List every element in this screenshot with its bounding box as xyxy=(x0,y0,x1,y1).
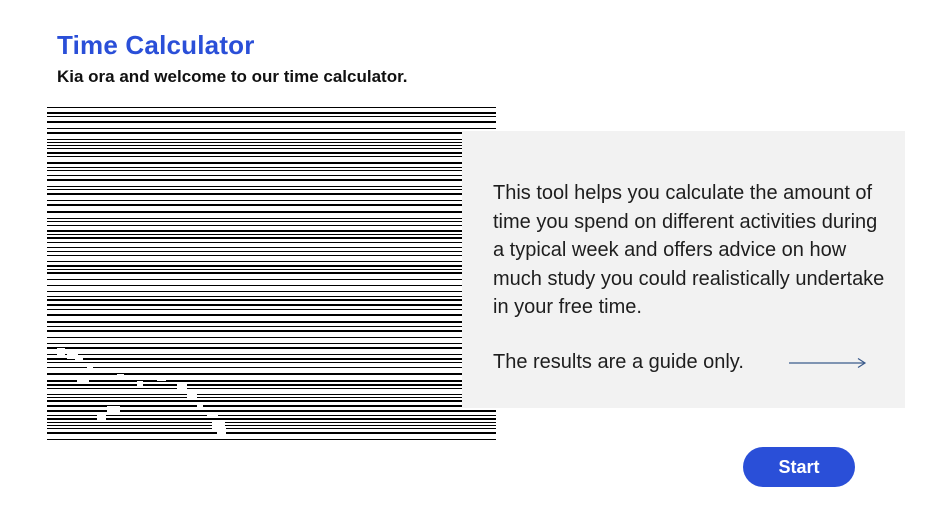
stripe-line xyxy=(47,347,496,349)
stripe-line xyxy=(47,304,496,306)
speckle xyxy=(75,356,83,361)
stripe-line xyxy=(47,230,496,232)
stripe-line xyxy=(47,255,496,256)
stripe-line xyxy=(47,156,496,157)
speckle xyxy=(137,381,143,388)
stripe-line xyxy=(47,394,496,395)
stripe-line xyxy=(47,422,496,423)
speckle xyxy=(212,422,225,429)
stripe-line xyxy=(47,200,496,201)
time-calculator-page: Time Calculator Kia ora and welcome to o… xyxy=(0,0,940,528)
stripe-line xyxy=(47,432,496,434)
stripe-line xyxy=(47,388,496,389)
stripe-line xyxy=(47,358,496,360)
stripe-line xyxy=(47,418,496,420)
striped-illustration xyxy=(47,107,496,440)
speckle xyxy=(107,406,120,412)
stripe-line xyxy=(47,175,496,176)
stripe-line xyxy=(47,330,496,332)
stripe-line xyxy=(47,167,496,168)
stripe-line xyxy=(47,314,496,316)
stripe-line xyxy=(47,269,496,270)
stripe-line xyxy=(47,299,496,301)
speckle xyxy=(177,384,187,392)
stripe-line xyxy=(47,343,496,344)
stripe-line xyxy=(47,204,496,206)
stripe-line xyxy=(47,415,496,416)
info-description: This tool helps you calculate the amount… xyxy=(493,182,885,318)
stripe-line xyxy=(47,400,496,402)
stripe-line xyxy=(47,354,496,355)
stripe-line xyxy=(47,309,496,310)
welcome-subtitle: Kia ora and welcome to our time calculat… xyxy=(57,67,408,86)
stripe-line xyxy=(47,162,496,164)
stripe-line xyxy=(47,285,496,286)
stripe-line xyxy=(47,189,496,190)
stripe-line xyxy=(47,186,496,187)
speckle xyxy=(187,392,197,398)
stripe-line xyxy=(47,384,496,386)
stripe-line xyxy=(47,367,496,368)
stripe-line xyxy=(47,272,496,274)
stripe-line xyxy=(47,145,496,146)
stripe-line xyxy=(47,397,496,398)
stripe-line xyxy=(47,211,496,213)
stripe-line xyxy=(47,439,496,440)
stripe-line xyxy=(47,132,496,134)
stripe-line xyxy=(47,237,496,239)
page-title: Time Calculator xyxy=(57,30,255,60)
stripe-line xyxy=(47,152,496,154)
stripe-line xyxy=(47,225,496,226)
speckle xyxy=(117,374,124,379)
stripe-line xyxy=(47,193,496,195)
stripe-line xyxy=(47,247,496,248)
stripe-line xyxy=(47,142,496,143)
stripe-line xyxy=(47,296,496,297)
stripe-line xyxy=(47,428,496,429)
speckle xyxy=(87,364,93,372)
info-disclaimer: The results are a guide only. xyxy=(493,351,744,373)
stripe-line xyxy=(47,373,496,375)
stripe-line xyxy=(47,234,496,235)
stripe-line xyxy=(47,170,496,171)
stripe-line xyxy=(47,337,496,338)
stripe-line xyxy=(47,148,496,149)
stripe-line xyxy=(47,265,496,267)
stripe-line xyxy=(47,261,496,262)
stripe-line xyxy=(47,291,496,292)
stripe-line xyxy=(47,128,496,129)
stripe-line xyxy=(47,242,496,243)
speckle xyxy=(157,376,166,381)
info-card: This tool helps you calculate the amount… xyxy=(462,131,905,408)
stripe-line xyxy=(47,116,496,117)
start-button[interactable]: Start xyxy=(743,447,855,487)
speckle xyxy=(197,402,203,410)
speckle xyxy=(102,368,108,372)
decorative-image xyxy=(47,106,496,443)
speckle xyxy=(217,428,226,436)
stripe-line xyxy=(47,425,496,426)
stripe-line xyxy=(47,107,496,108)
stripe-line xyxy=(47,121,496,123)
stripe-line xyxy=(47,362,496,363)
stripe-line xyxy=(47,139,496,140)
speckle xyxy=(207,412,218,418)
stripe-line xyxy=(47,326,496,327)
stripe-line xyxy=(47,112,496,114)
arrow-right-icon xyxy=(789,357,867,369)
speckle xyxy=(57,348,65,356)
stripe-line xyxy=(47,218,496,219)
stripe-line xyxy=(47,279,496,280)
stripe-line xyxy=(47,221,496,222)
stripe-line xyxy=(47,251,496,252)
stripe-line xyxy=(47,179,496,181)
speckle xyxy=(97,414,106,421)
speckle xyxy=(77,376,89,384)
stripe-line xyxy=(47,321,496,323)
stripe-line xyxy=(47,380,496,382)
